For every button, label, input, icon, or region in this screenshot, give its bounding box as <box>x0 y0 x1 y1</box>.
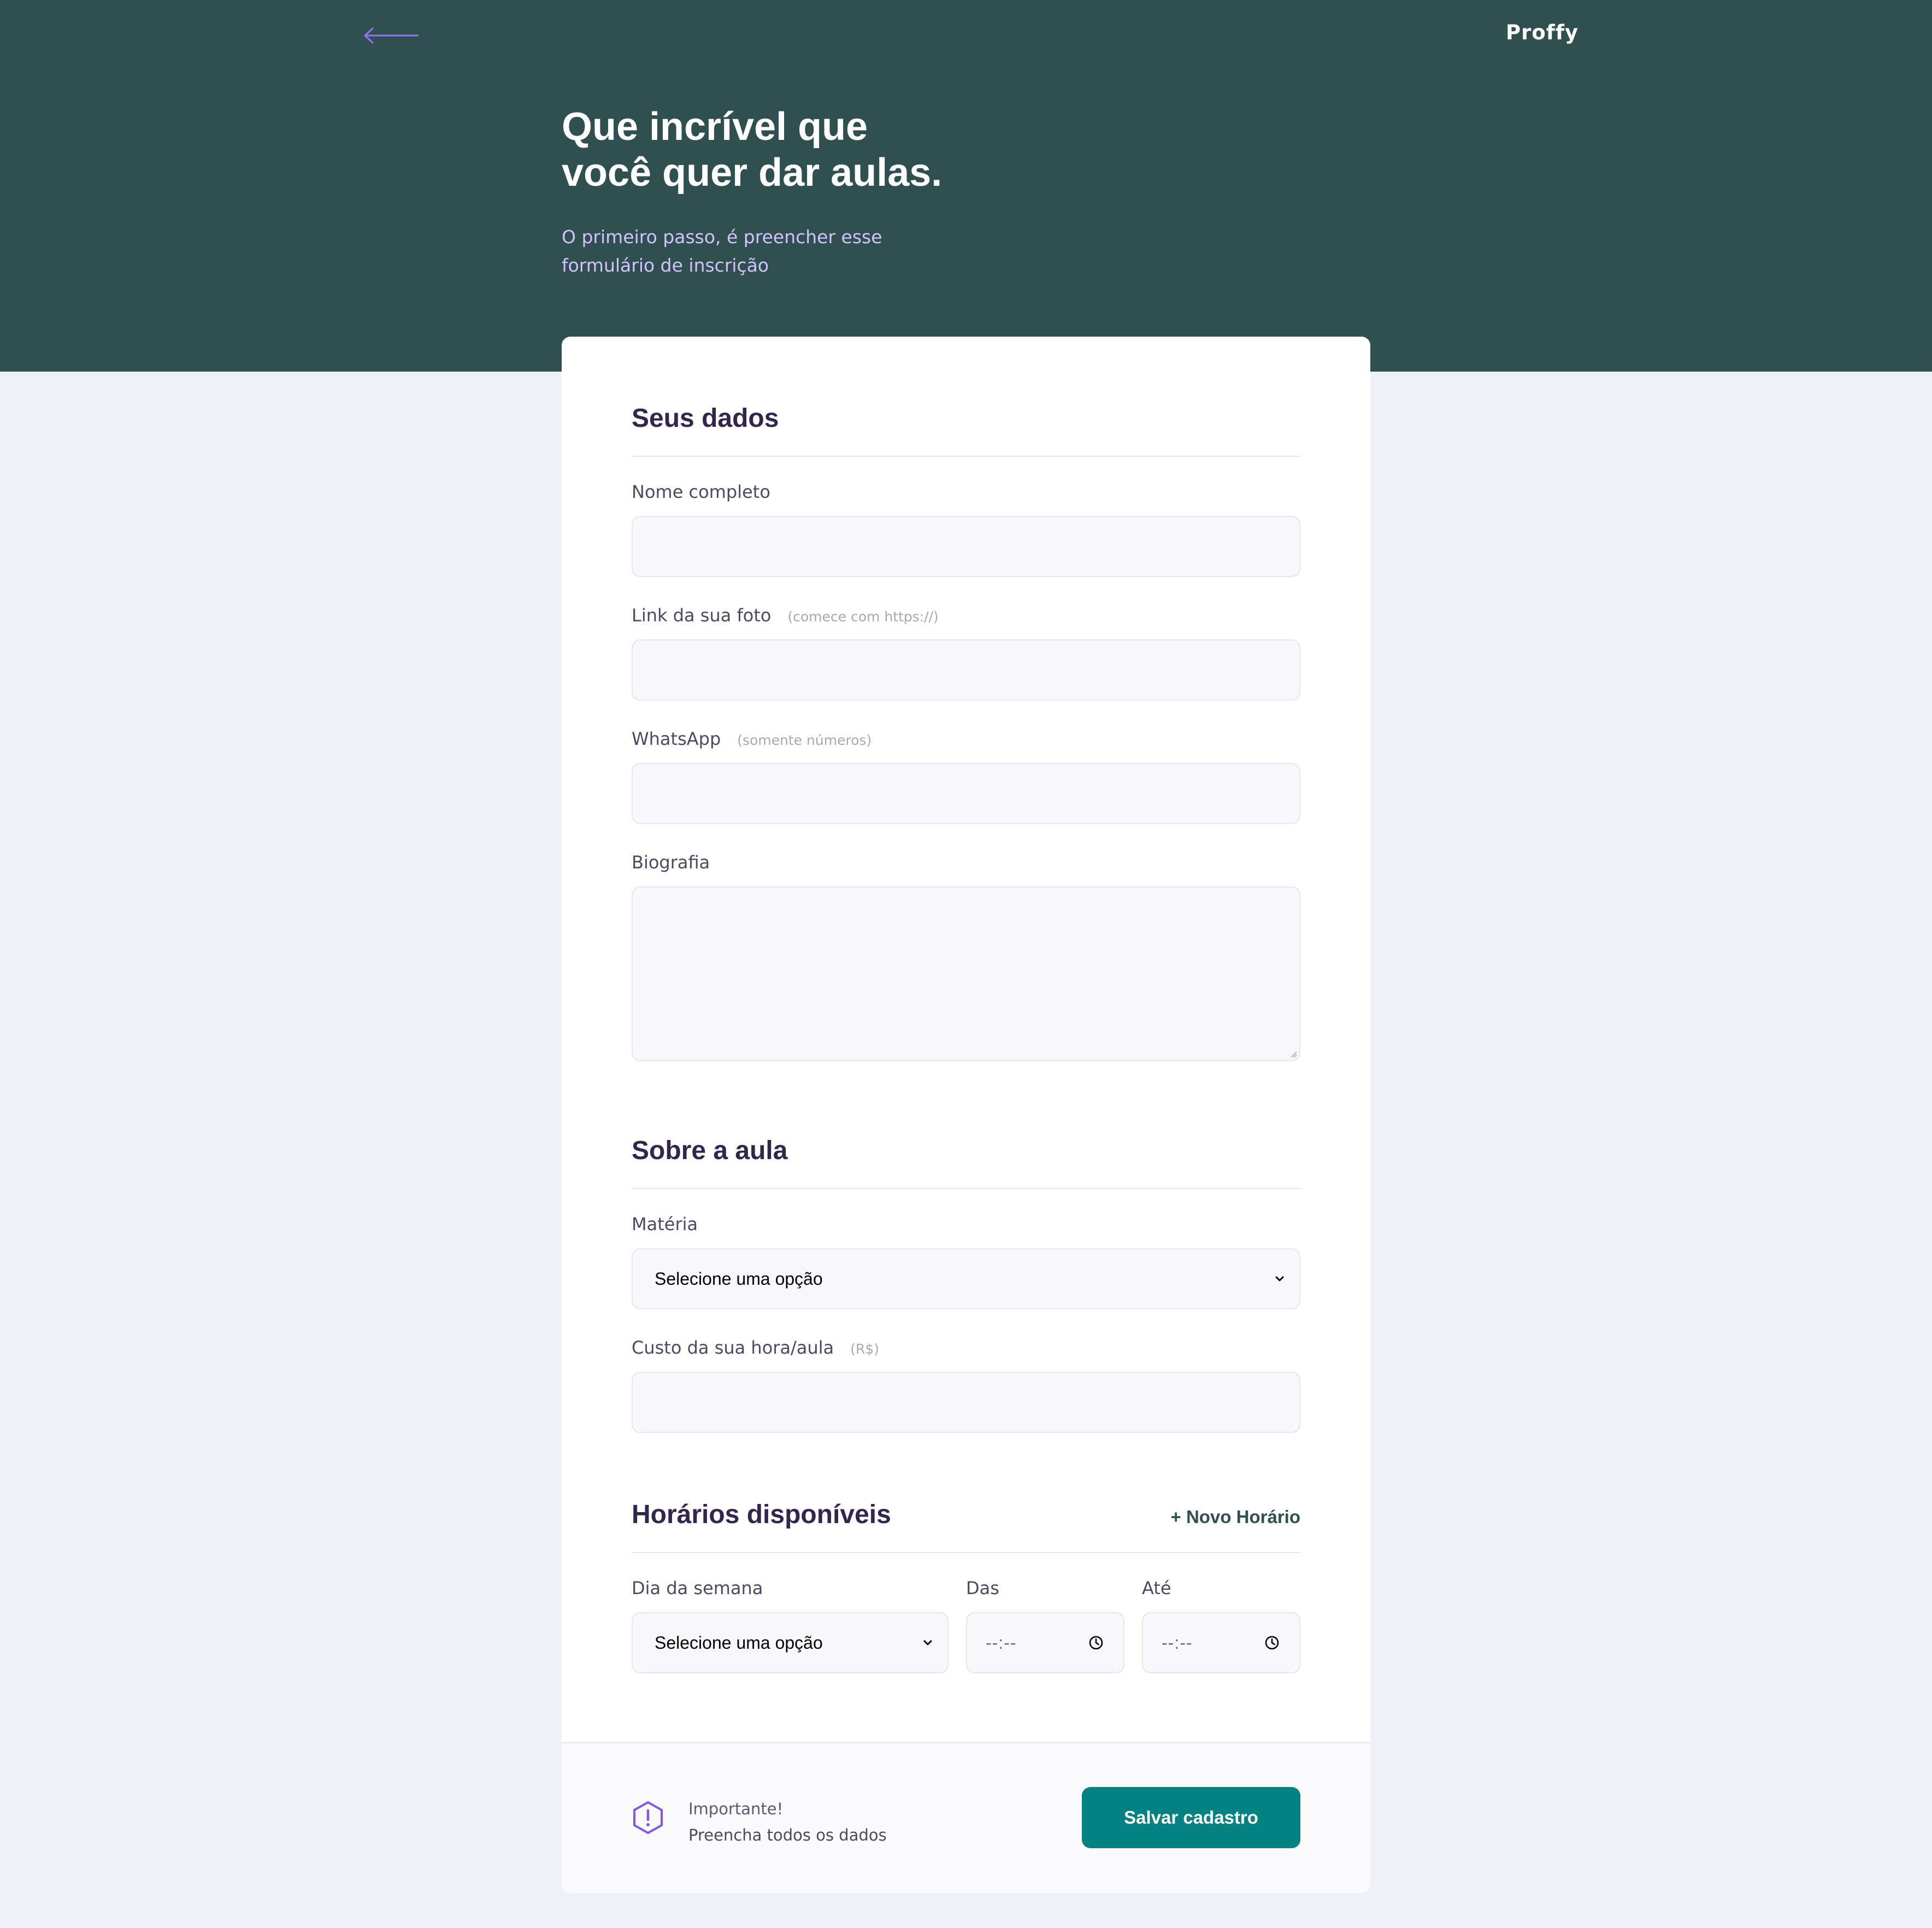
warning-title: Importante! <box>688 1800 784 1818</box>
arrow-left-icon <box>364 27 419 44</box>
subject-label-text: Matéria <box>632 1214 698 1235</box>
subject-select[interactable]: Selecione uma opção <box>632 1248 1300 1309</box>
save-button[interactable]: Salvar cadastro <box>1082 1787 1300 1848</box>
cost-input[interactable] <box>632 1372 1300 1433</box>
photo-url-input[interactable] <box>632 639 1300 701</box>
page-header: Proffy Que incrível que você quer dar au… <box>0 0 1932 372</box>
photo-hint: (comece com https://) <box>787 609 939 625</box>
weekday-label: Dia da semana <box>632 1577 763 1599</box>
bio-label-text: Biografia <box>632 852 710 873</box>
clock-icon[interactable] <box>1088 1635 1104 1650</box>
cost-label: Custo da sua hora/aula (R$) <box>632 1337 879 1360</box>
warning-hexagon-icon <box>633 1801 663 1834</box>
page-title: Que incrível que você quer dar aulas. <box>562 104 1053 196</box>
chevron-down-icon <box>923 1640 932 1645</box>
resize-handle-icon[interactable] <box>1289 1050 1297 1058</box>
whatsapp-label: WhatsApp (somente números) <box>632 728 871 751</box>
back-button[interactable] <box>362 22 422 49</box>
name-input[interactable] <box>632 516 1300 577</box>
whatsapp-hint: (somente números) <box>737 732 872 748</box>
registration-form: Seus dados Nome completo Link da sua fot… <box>562 337 1370 1893</box>
section-title-personal: Seus dados <box>632 402 1300 457</box>
subject-label: Matéria <box>632 1213 698 1235</box>
to-time-input[interactable]: --:-- <box>1142 1612 1300 1673</box>
cost-label-text: Custo da sua hora/aula <box>632 1337 834 1358</box>
whatsapp-input[interactable] <box>632 763 1300 824</box>
subject-select-value: Selecione uma opção <box>655 1268 823 1289</box>
to-time-value: --:-- <box>1162 1632 1193 1653</box>
section-title-schedule-text: Horários disponíveis <box>632 1500 891 1529</box>
add-schedule-button[interactable]: + Novo Horário <box>1171 1498 1300 1533</box>
section-title-schedule: Horários disponíveis + Novo Horário <box>632 1498 1300 1553</box>
page-title-line-1: Que incrível que <box>562 105 868 149</box>
to-label: Até <box>1142 1577 1171 1599</box>
from-label: Das <box>966 1577 999 1599</box>
page-subtitle: O primeiro passo, é preencher esse formu… <box>562 223 944 280</box>
page-subtitle-line-1: O primeiro passo, é preencher esse <box>562 226 882 248</box>
chevron-down-icon <box>1275 1276 1284 1282</box>
form-footer: Importante! Preencha todos os dados Salv… <box>562 1742 1370 1893</box>
from-time-value: --:-- <box>986 1632 1017 1653</box>
bio-label: Biografia <box>632 851 710 873</box>
to-label-text: Até <box>1142 1578 1171 1598</box>
name-label: Nome completo <box>632 481 770 503</box>
section-title-class-text: Sobre a aula <box>632 1136 788 1165</box>
page-subtitle-line-2: formulário de inscrição <box>562 255 769 276</box>
whatsapp-label-text: WhatsApp <box>632 728 721 749</box>
bio-textarea[interactable] <box>632 886 1300 1061</box>
photo-label-text: Link da sua foto <box>632 605 771 626</box>
photo-label: Link da sua foto (comece com https://) <box>632 604 939 628</box>
from-label-text: Das <box>966 1578 999 1598</box>
name-label-text: Nome completo <box>632 481 770 502</box>
weekday-label-text: Dia da semana <box>632 1578 763 1598</box>
warning-text: Preencha todos os dados <box>688 1826 887 1844</box>
from-time-input[interactable]: --:-- <box>966 1612 1124 1673</box>
warning-message: Importante! Preencha todos os dados <box>688 1796 887 1848</box>
cost-hint: (R$) <box>850 1341 880 1357</box>
clock-icon[interactable] <box>1264 1635 1280 1650</box>
logo: Proffy <box>1506 21 1579 44</box>
weekday-select[interactable]: Selecione uma opção <box>632 1612 949 1673</box>
page-title-line-2: você quer dar aulas. <box>562 151 943 195</box>
section-title-class: Sobre a aula <box>632 1135 1300 1189</box>
weekday-select-value: Selecione uma opção <box>655 1632 823 1653</box>
section-title-personal-text: Seus dados <box>632 404 779 433</box>
